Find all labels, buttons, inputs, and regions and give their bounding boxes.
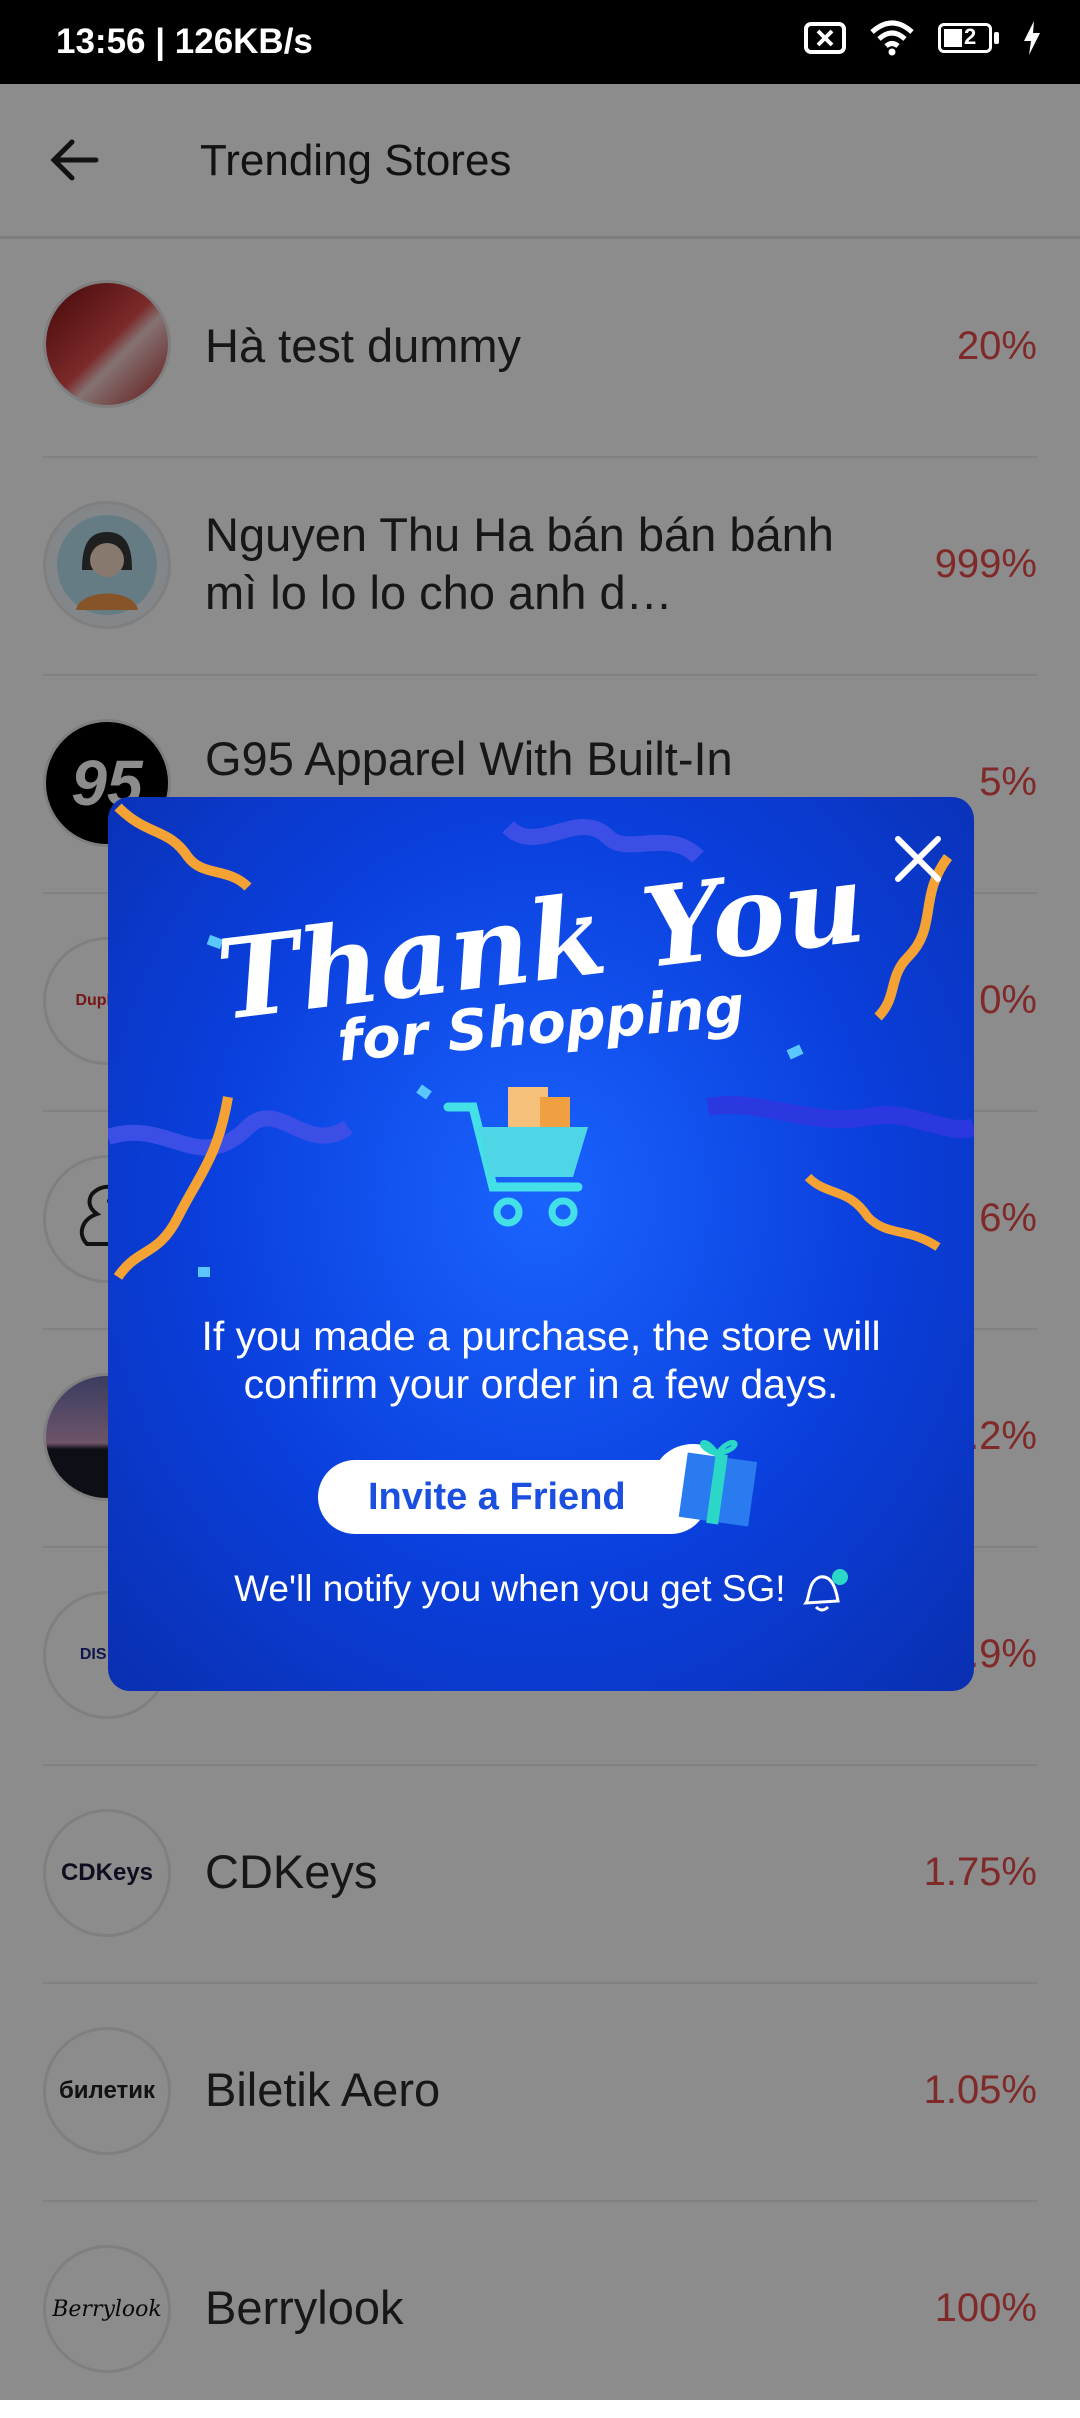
sim-off-icon — [804, 22, 846, 54]
battery-level: 2 — [964, 24, 977, 49]
popup-message: If you made a purchase, the store will c… — [201, 1313, 881, 1407]
invite-friend-button[interactable]: Invite a Friend — [318, 1460, 708, 1534]
bell-icon — [802, 1569, 848, 1612]
notify-text: We'll notify you when you get SG! — [108, 1567, 974, 1615]
notify-label: We'll notify you when you get SG! — [234, 1567, 786, 1609]
status-bar: 13:56 | 126KB/s 2 — [0, 0, 1080, 84]
shopping-cart-icon — [443, 1087, 588, 1227]
charging-icon — [1024, 21, 1040, 55]
status-icons: 2 — [804, 20, 1042, 56]
status-time: 13:56 | 126KB/s — [56, 22, 313, 61]
wifi-icon — [870, 20, 914, 56]
thank-you-popup: Thank You for Shopping If you made a pur… — [108, 797, 974, 1691]
battery-icon: 2 — [938, 23, 1000, 53]
gift-icon — [653, 1440, 758, 1527]
